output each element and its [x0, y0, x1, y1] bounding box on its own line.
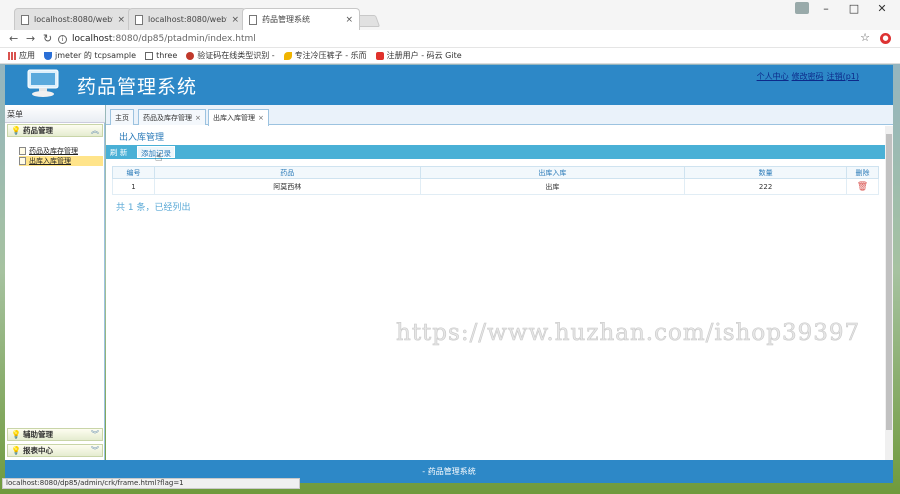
document-icon [19, 147, 26, 155]
content-panel: 主页 药品及库存管理 × 出库入库管理 × 出入库管理 刷 新 添加记录 ☝ 编号 … [106, 105, 893, 460]
globe-icon [186, 51, 195, 60]
extension-icon[interactable]: ● [880, 33, 891, 44]
user-links: 个人中心 修改密码 注销(p1) [757, 71, 859, 82]
sidebar-item-in-out[interactable]: 出库入库管理 [19, 156, 103, 166]
close-icon[interactable]: × [117, 15, 125, 25]
page-icon [145, 51, 154, 60]
browser-tab-strip: localhost:8080/webtoo × localhost:8080/w… [0, 0, 900, 30]
tab-drug-stock[interactable]: 药品及库存管理 × [138, 109, 206, 125]
back-icon[interactable]: ← [9, 32, 18, 45]
cell-id: 1 [112, 178, 155, 195]
hand-cursor-icon: ☝ [155, 150, 163, 164]
col-delete: 删除 [845, 166, 880, 179]
browser-tab[interactable]: localhost:8080/webtoo × [14, 8, 132, 30]
col-qty: 数量 [684, 166, 847, 179]
reload-icon[interactable]: ↻ [43, 32, 52, 45]
action-bar: 刷 新 添加记录 [106, 145, 885, 159]
lightbulb-icon: 💡 [11, 126, 21, 135]
bookmark-item[interactable]: jmeter 的 tcpsample [44, 50, 136, 61]
browser-tab[interactable]: localhost:8080/webtoo × [128, 8, 246, 30]
menu-group-drug-management[interactable]: 💡 药品管理 ︽ [7, 124, 103, 137]
content-tabs: 主页 药品及库存管理 × 出库入库管理 × [106, 105, 893, 126]
col-type: 出库入库 [419, 166, 686, 179]
close-icon[interactable]: × [195, 114, 201, 122]
window-close-icon[interactable]: ✕ [868, 0, 896, 18]
lightbulb-icon: 💡 [11, 446, 21, 455]
chevron-up-icon[interactable]: ︽ [91, 125, 99, 136]
bird-icon [283, 51, 292, 60]
table-header: 编号 药品 出库入库 数量 删除 [112, 166, 880, 179]
close-icon[interactable]: × [231, 15, 239, 25]
sidebar-title: 菜单 [5, 105, 105, 123]
col-id: 编号 [112, 166, 155, 179]
cell-type: 出库 [419, 178, 686, 195]
forward-icon[interactable]: → [26, 32, 35, 45]
chevron-down-icon[interactable]: ︾ [91, 445, 99, 456]
tab-home[interactable]: 主页 [110, 109, 134, 125]
pager-info: 共 1 条，已经列出 [116, 203, 191, 213]
tab-in-out[interactable]: 出库入库管理 × [208, 109, 269, 126]
info-icon[interactable]: i [58, 34, 67, 44]
apps-grid-icon [8, 51, 16, 60]
app-header: 药品管理系统 个人中心 修改密码 注销(p1) [5, 65, 893, 105]
document-icon [19, 157, 26, 165]
maximize-icon[interactable]: □ [840, 0, 868, 18]
table-row[interactable]: 1 阿莫西林 出库 222 🗑 [112, 178, 880, 195]
minimize-icon[interactable]: – [812, 0, 840, 18]
bookmark-item[interactable]: 验证码在线类型识别 - [186, 50, 275, 61]
browser-tab-active[interactable]: 药品管理系统 × [242, 8, 360, 30]
monitor-logo-icon [27, 69, 59, 97]
menu-group-auxiliary[interactable]: 💡 辅助管理 ︾ [7, 428, 103, 441]
cell-delete: 🗑 [845, 178, 880, 195]
bookmarks-bar: 应用 jmeter 的 tcpsample three 验证码在线类型识别 - … [0, 48, 900, 64]
page-icon [249, 14, 257, 25]
bookmark-item[interactable]: 注册用户 - 码云 Gite [375, 50, 462, 61]
bookmark-item[interactable]: 专注冷压裤子 - 乐而 [283, 50, 367, 61]
page-icon [135, 14, 143, 25]
chevron-down-icon[interactable]: ︾ [91, 429, 99, 440]
profile-icon[interactable] [795, 2, 809, 14]
frame-title: 出入库管理 [119, 133, 165, 143]
sidebar: 菜单 💡 药品管理 ︽ 药品及库存管理 出库入库管理 💡 辅助管理 ︾ 💡 报表… [5, 105, 105, 460]
trash-icon[interactable]: 🗑 [857, 182, 868, 192]
close-icon[interactable]: × [345, 15, 353, 25]
watermark: https://www.huzhan.com/ishop39397 [396, 320, 861, 347]
bookmark-item[interactable]: three [145, 51, 177, 60]
refresh-button[interactable]: 刷 新 [107, 146, 130, 158]
cell-drug: 阿莫西林 [153, 178, 421, 195]
browser-status-bar: localhost:8080/dp85/admin/crk/frame.html… [2, 478, 300, 489]
lightbulb-icon: 💡 [11, 430, 21, 439]
star-icon[interactable]: ☆ [860, 31, 870, 44]
scrollbar[interactable] [885, 126, 893, 460]
scrollbar-thumb[interactable] [886, 134, 892, 430]
cell-qty: 222 [684, 178, 847, 195]
gitee-icon [375, 51, 384, 60]
close-icon[interactable]: × [258, 114, 264, 122]
shield-icon [44, 51, 52, 60]
change-password-link[interactable]: 修改密码 [792, 71, 824, 82]
sidebar-item-drug-stock[interactable]: 药品及库存管理 [19, 146, 103, 156]
bookmark-apps[interactable]: 应用 [8, 50, 35, 61]
page-icon [21, 14, 29, 25]
address-bar[interactable]: i localhost:8080/dp85/ptadmin/index.html [58, 31, 876, 47]
records-table: 编号 药品 出库入库 数量 删除 1 阿莫西林 出库 222 🗑 [112, 166, 880, 195]
logout-link[interactable]: 注销(p1) [827, 71, 859, 82]
col-drug: 药品 [153, 166, 421, 179]
user-center-link[interactable]: 个人中心 [757, 71, 789, 82]
menu-group-reports[interactable]: 💡 报表中心 ︾ [7, 444, 103, 457]
app-title: 药品管理系统 [77, 76, 198, 98]
